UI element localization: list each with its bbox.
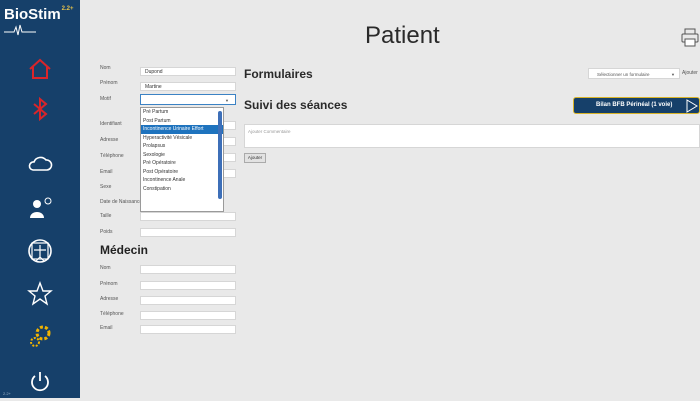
sidebar: BioStim2.2+ 2.2+ bbox=[0, 0, 80, 398]
formulaire-select[interactable]: Sélectionner un formulaire ▼ bbox=[588, 68, 680, 79]
dropdown-option[interactable]: Pré Opératoire bbox=[141, 159, 223, 168]
comment-input[interactable]: Ajouter Commentaire bbox=[244, 124, 700, 148]
medecin-prenom-field[interactable] bbox=[140, 281, 236, 290]
medecin-nom-field[interactable] bbox=[140, 265, 236, 274]
dropdown-option[interactable]: Post Partum bbox=[141, 117, 223, 126]
formulaire-select-text: Sélectionner un formulaire bbox=[597, 72, 650, 77]
dropdown-option[interactable]: Pré Partum bbox=[141, 108, 223, 117]
dropdown-scrollbar[interactable] bbox=[218, 111, 222, 199]
label-prenom: Prénom bbox=[100, 80, 118, 86]
prenom-field[interactable]: Martine bbox=[140, 82, 236, 91]
motif-select[interactable]: ▼ bbox=[140, 94, 236, 105]
label-email: Email bbox=[100, 169, 113, 175]
version-label: 2.2+ bbox=[3, 391, 11, 396]
label-medecin-nom: Nom bbox=[100, 265, 111, 271]
dropdown-option[interactable]: Constipation bbox=[141, 185, 223, 194]
cloud-icon[interactable] bbox=[26, 150, 54, 178]
star-icon[interactable] bbox=[26, 280, 54, 308]
label-poids: Poids bbox=[100, 229, 113, 235]
bluetooth-icon[interactable] bbox=[26, 95, 54, 123]
bilan-button[interactable]: Bilan BFB Périnéal (1 voie) bbox=[573, 97, 700, 114]
page-title: Patient bbox=[365, 22, 440, 49]
poids-field[interactable] bbox=[140, 228, 236, 237]
patient-history-icon[interactable] bbox=[26, 194, 54, 222]
dropdown-option[interactable]: Prolapsus bbox=[141, 142, 223, 151]
printer-icon[interactable] bbox=[680, 28, 700, 48]
play-icon bbox=[686, 99, 698, 113]
label-nom: Nom bbox=[100, 65, 111, 71]
suivi-heading: Suivi des séances bbox=[244, 98, 348, 112]
label-identifiant: Identifiant bbox=[100, 121, 122, 127]
chevron-down-icon: ▼ bbox=[225, 98, 229, 103]
dropdown-option[interactable]: Hyperactivité Vésicale bbox=[141, 134, 223, 143]
label-medecin-adresse: Adresse bbox=[100, 296, 119, 302]
medecin-adresse-field[interactable] bbox=[140, 296, 236, 305]
ecg-wave-icon bbox=[4, 24, 36, 36]
nom-field[interactable]: Dupond bbox=[140, 67, 236, 76]
label-telephone: Téléphone bbox=[100, 153, 124, 159]
formulaires-heading: Formulaires bbox=[244, 67, 313, 81]
dropdown-option[interactable]: Sexologie bbox=[141, 151, 223, 160]
app-logo: BioStim2.2+ bbox=[4, 6, 74, 23]
add-comment-button[interactable]: Ajouter bbox=[244, 153, 266, 163]
label-date-naissance: Date de Naissance bbox=[100, 199, 143, 205]
medecin-heading: Médecin bbox=[100, 243, 149, 257]
motif-dropdown-list: Pré Partum Post Partum Incontinence Urin… bbox=[140, 107, 224, 212]
label-medecin-telephone: Téléphone bbox=[100, 311, 124, 317]
dropdown-option[interactable]: Post Opératoire bbox=[141, 168, 223, 177]
label-medecin-prenom: Prénom bbox=[100, 281, 118, 287]
vitruvian-icon[interactable] bbox=[26, 237, 54, 265]
taille-field[interactable] bbox=[140, 212, 236, 221]
dropdown-option-selected[interactable]: Incontinence Urinaire Effort bbox=[141, 125, 223, 134]
label-medecin-email: Email bbox=[100, 325, 113, 331]
settings-icon[interactable] bbox=[26, 322, 54, 350]
home-icon[interactable] bbox=[26, 55, 54, 83]
label-sexe: Sexe bbox=[100, 184, 112, 190]
add-formulaire-button[interactable]: Ajouter bbox=[682, 68, 698, 79]
bilan-button-label: Bilan BFB Périnéal (1 voie) bbox=[596, 102, 673, 108]
chevron-down-icon: ▼ bbox=[671, 72, 675, 77]
medecin-email-field[interactable] bbox=[140, 325, 236, 334]
power-icon[interactable] bbox=[26, 368, 54, 396]
dropdown-option[interactable]: Incontinence Anale bbox=[141, 176, 223, 185]
label-adresse: Adresse bbox=[100, 137, 119, 143]
label-motif: Motif bbox=[100, 96, 111, 102]
label-taille: Taille bbox=[100, 213, 112, 219]
medecin-telephone-field[interactable] bbox=[140, 311, 236, 320]
